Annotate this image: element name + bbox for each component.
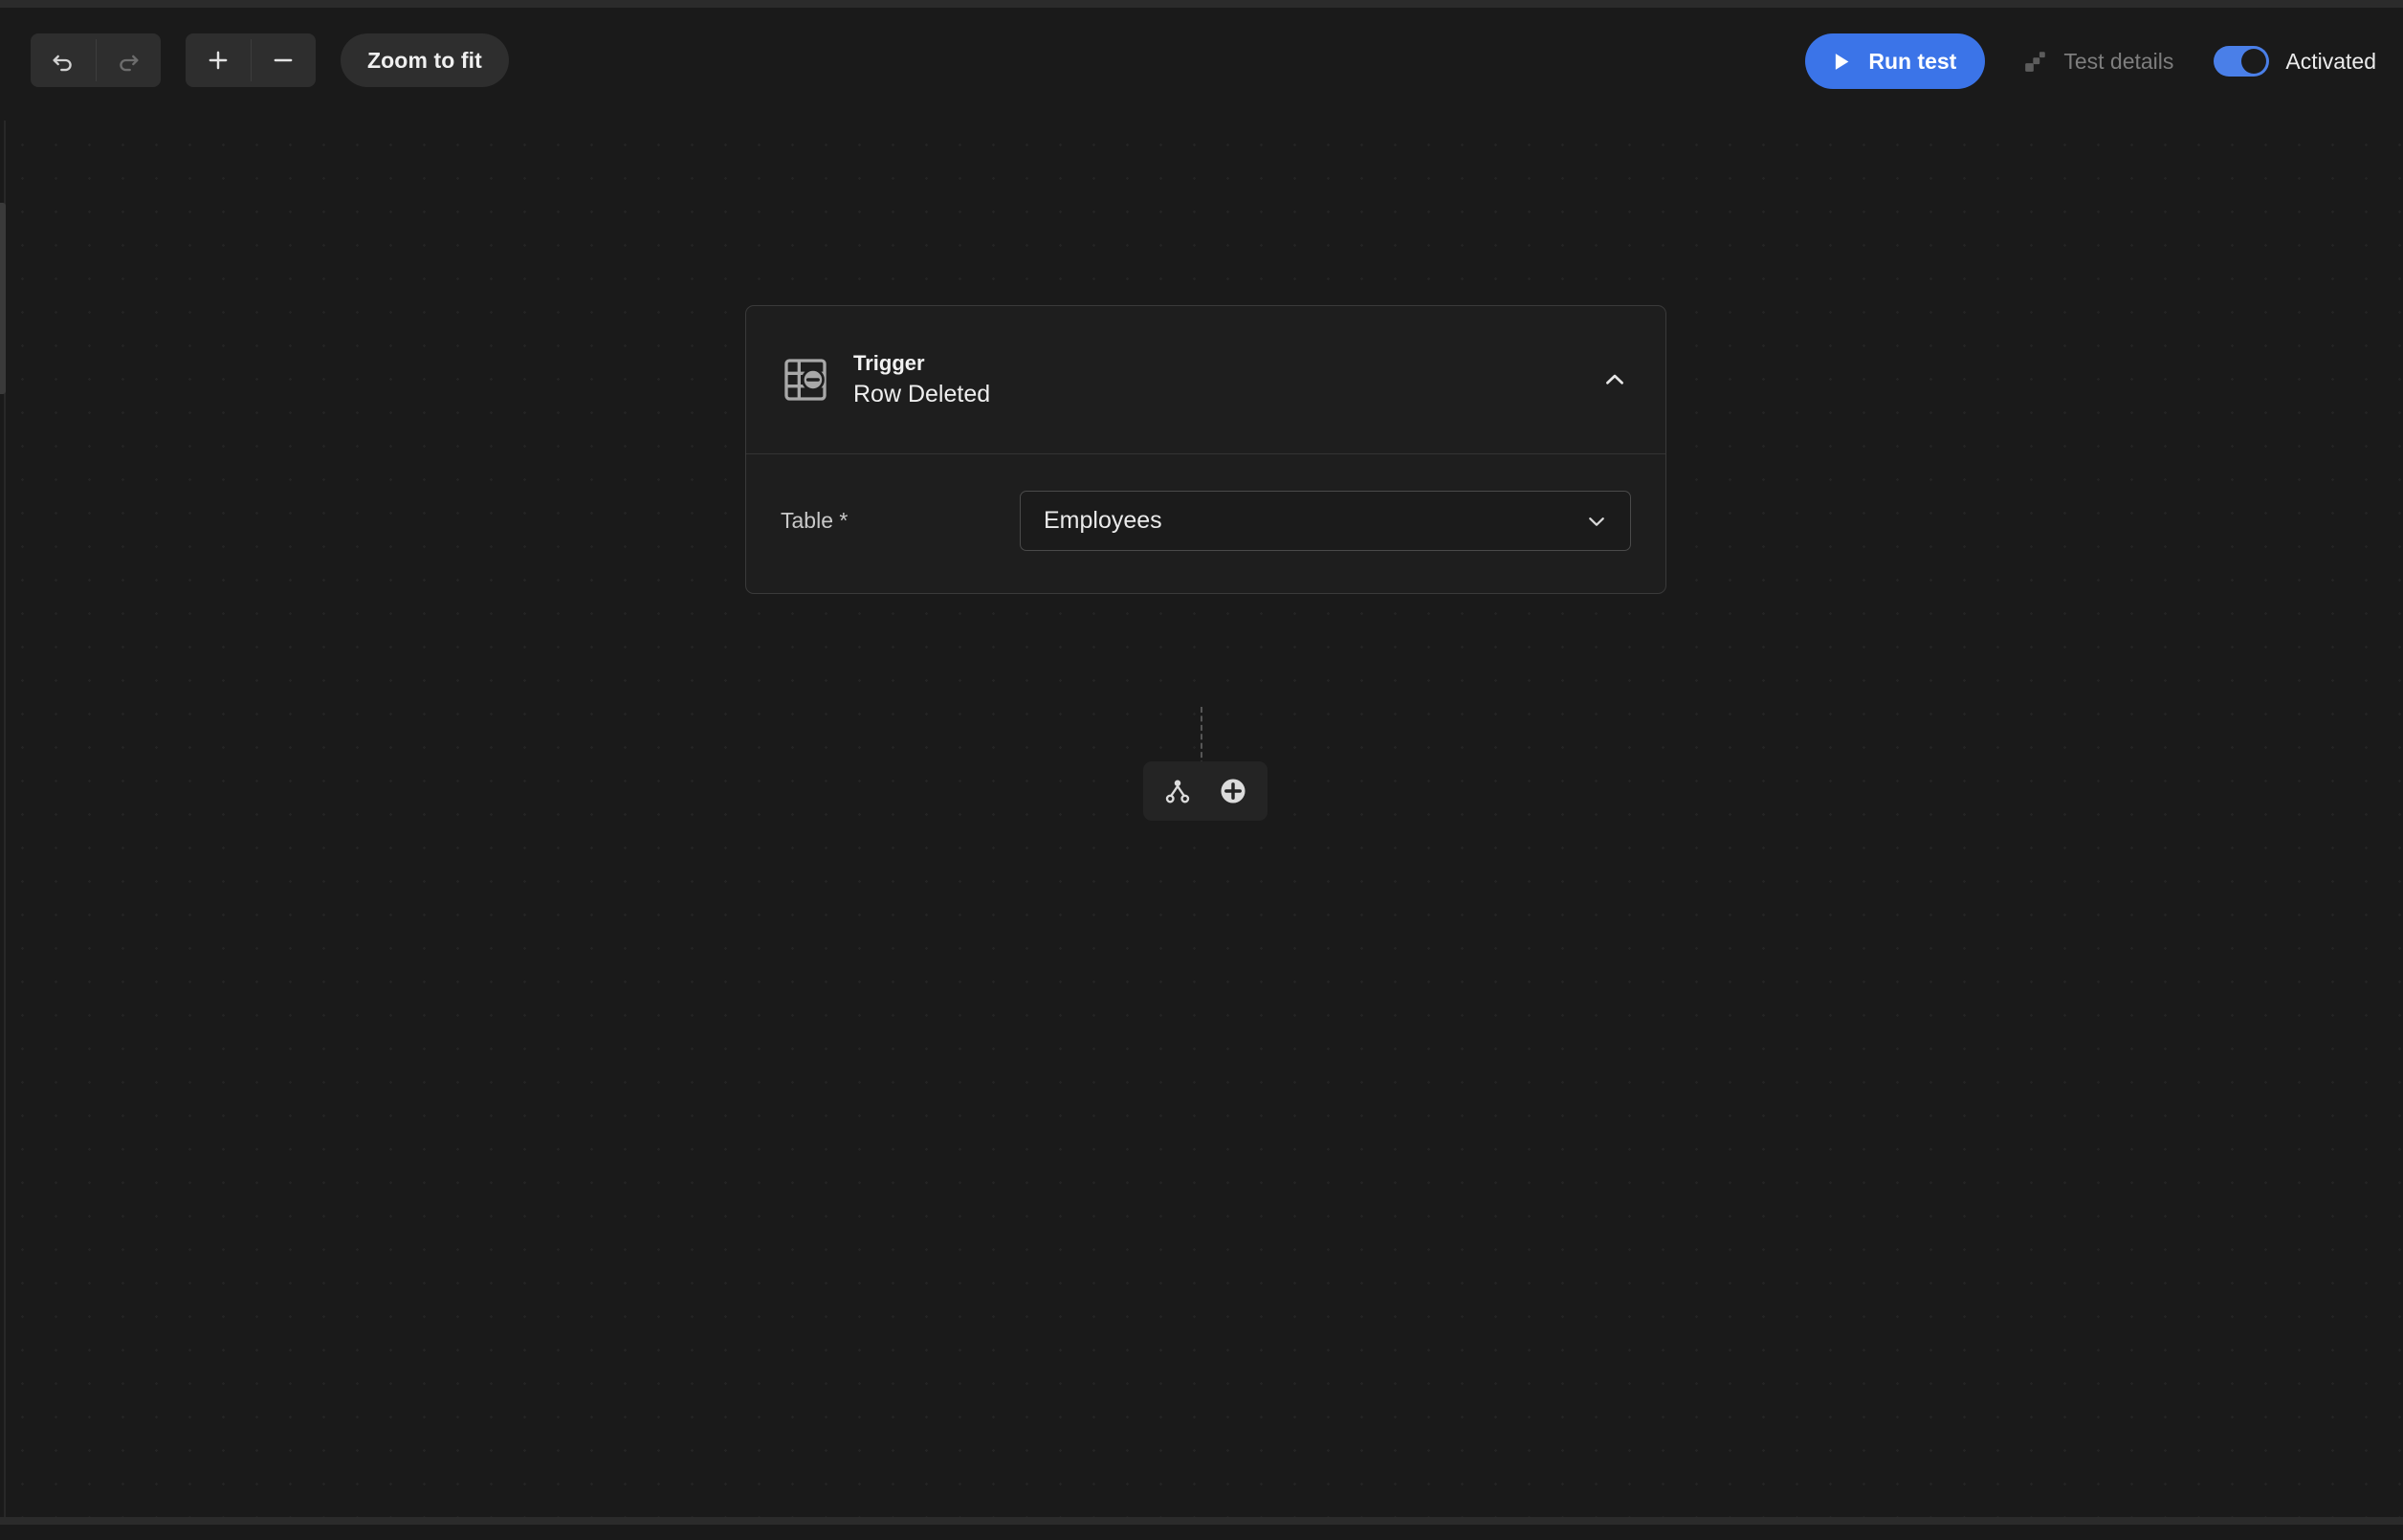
add-step-button[interactable] xyxy=(1212,770,1254,812)
add-branch-button[interactable] xyxy=(1157,770,1199,812)
table-field-label: Table * xyxy=(781,508,849,533)
test-details-button[interactable]: Test details xyxy=(2017,41,2179,82)
workflow-editor-window: Zoom to fit Run test Test details Activa… xyxy=(0,0,2403,1540)
activation-control: Activated xyxy=(2214,46,2376,77)
history-button-group xyxy=(31,33,161,87)
trigger-node-name: Row Deleted xyxy=(853,381,991,408)
zoom-to-fit-button[interactable]: Zoom to fit xyxy=(341,33,509,87)
header-left-controls: Zoom to fit xyxy=(31,33,509,87)
plus-circle-icon xyxy=(1221,779,1246,803)
trigger-node-body: Table * Employees xyxy=(746,454,1665,593)
zoom-in-button[interactable] xyxy=(186,33,251,87)
header-right-controls: Run test Test details Activated xyxy=(1805,33,2376,89)
redo-icon xyxy=(120,55,139,72)
undo-icon xyxy=(53,55,72,72)
table-row-deleted-icon xyxy=(781,355,830,405)
left-panel-resize-handle[interactable] xyxy=(0,203,6,394)
table-select[interactable]: Employees xyxy=(1020,491,1631,551)
test-details-label: Test details xyxy=(2063,48,2174,74)
editor-header-toolbar: Zoom to fit Run test Test details Activa… xyxy=(0,8,2403,121)
trigger-node-header[interactable]: Trigger Row Deleted xyxy=(746,306,1665,454)
chevron-up-icon xyxy=(1606,374,1623,385)
table-select-value: Employees xyxy=(1044,507,1162,534)
plus-icon xyxy=(209,51,228,70)
undo-button[interactable] xyxy=(31,33,96,87)
zoom-out-button[interactable] xyxy=(251,33,316,87)
window-chrome-strip xyxy=(0,0,2403,8)
activated-label: Activated xyxy=(2285,48,2376,74)
window-bottom-strip xyxy=(0,1517,2403,1525)
play-icon xyxy=(1836,53,1849,70)
activated-toggle[interactable] xyxy=(2214,46,2270,77)
trigger-node-card[interactable]: Trigger Row Deleted Table * Employees xyxy=(745,305,1666,594)
chevron-down-icon xyxy=(1589,517,1604,526)
trigger-node-collapse-button[interactable] xyxy=(1589,354,1641,406)
redo-button[interactable] xyxy=(96,33,161,87)
zoom-to-fit-label: Zoom to fit xyxy=(367,47,482,73)
branch-icon xyxy=(1165,780,1190,803)
workflow-canvas[interactable]: Trigger Row Deleted Table * Employees xyxy=(0,121,2403,1525)
run-test-label: Run test xyxy=(1868,48,1957,74)
left-panel-rail xyxy=(0,121,6,1525)
trigger-node-titles: Trigger Row Deleted xyxy=(853,351,990,408)
connector-action-bar xyxy=(1143,761,1268,821)
trigger-node-kind: Trigger xyxy=(853,350,925,375)
stacked-squares-icon xyxy=(2025,52,2046,72)
run-test-button[interactable]: Run test xyxy=(1805,33,1986,89)
toggle-knob xyxy=(2241,49,2267,74)
zoom-button-group xyxy=(186,33,316,87)
minus-icon xyxy=(274,58,293,62)
